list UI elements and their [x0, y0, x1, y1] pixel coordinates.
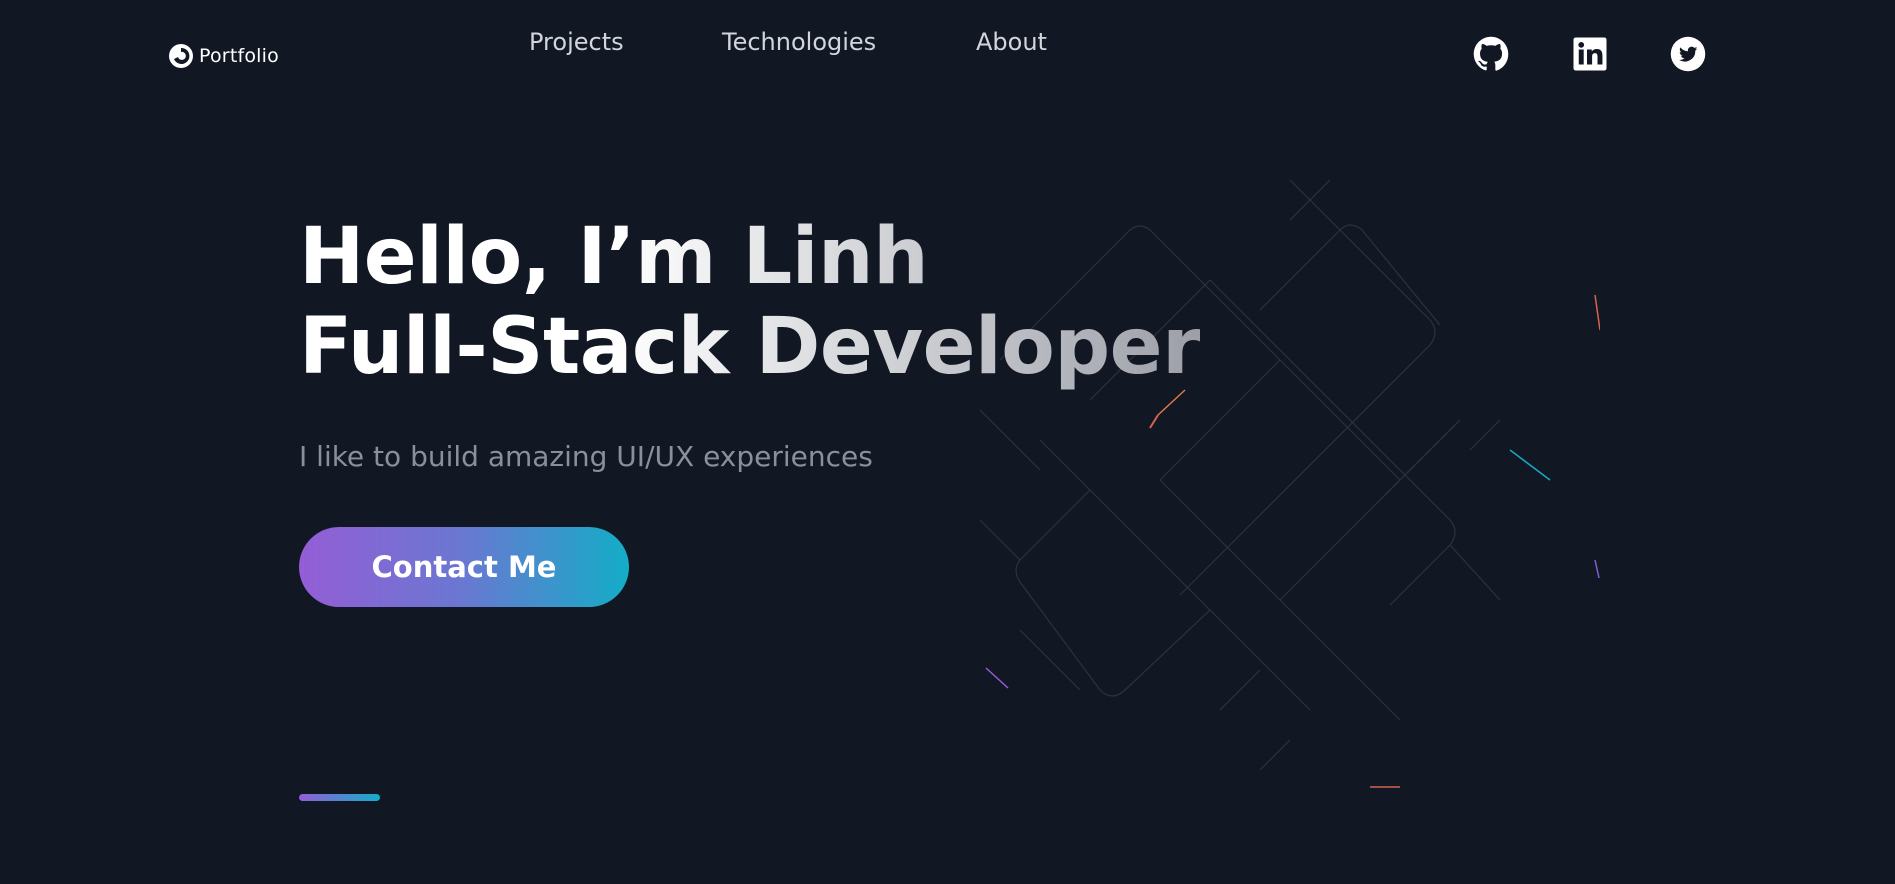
hero-title: Hello, I’m Linh Full-Stack Developer	[299, 212, 1200, 392]
nav-link-about[interactable]: About	[976, 28, 1047, 56]
section-divider	[299, 794, 380, 801]
streak-purple-1	[1594, 559, 1600, 579]
contact-me-button[interactable]: Contact Me	[299, 527, 629, 607]
streak-cyan	[1509, 449, 1551, 481]
page: Portfolio Projects Technologies About He…	[0, 0, 1895, 884]
hero-title-line-2: Full-Stack Developer	[299, 302, 1201, 392]
github-icon	[1473, 36, 1509, 71]
streak-orange-3	[1594, 294, 1600, 331]
main-nav: Projects Technologies About	[0, 28, 1895, 64]
github-link[interactable]	[1473, 36, 1509, 72]
linkedin-icon	[1573, 37, 1607, 71]
streak-orange-2	[1157, 389, 1186, 416]
nav-link-technologies[interactable]: Technologies	[722, 28, 876, 56]
twitter-link[interactable]	[1670, 36, 1706, 72]
nav-link-projects[interactable]: Projects	[529, 28, 624, 56]
hero-title-line-1: Hello, I’m Linh	[299, 212, 929, 302]
streak-purple-2	[985, 667, 1009, 689]
twitter-icon	[1670, 36, 1706, 72]
linkedin-link[interactable]	[1572, 36, 1608, 72]
hero-subtitle: I like to build amazing UI/UX experience…	[299, 440, 873, 473]
streak-orange-1	[1149, 414, 1159, 429]
